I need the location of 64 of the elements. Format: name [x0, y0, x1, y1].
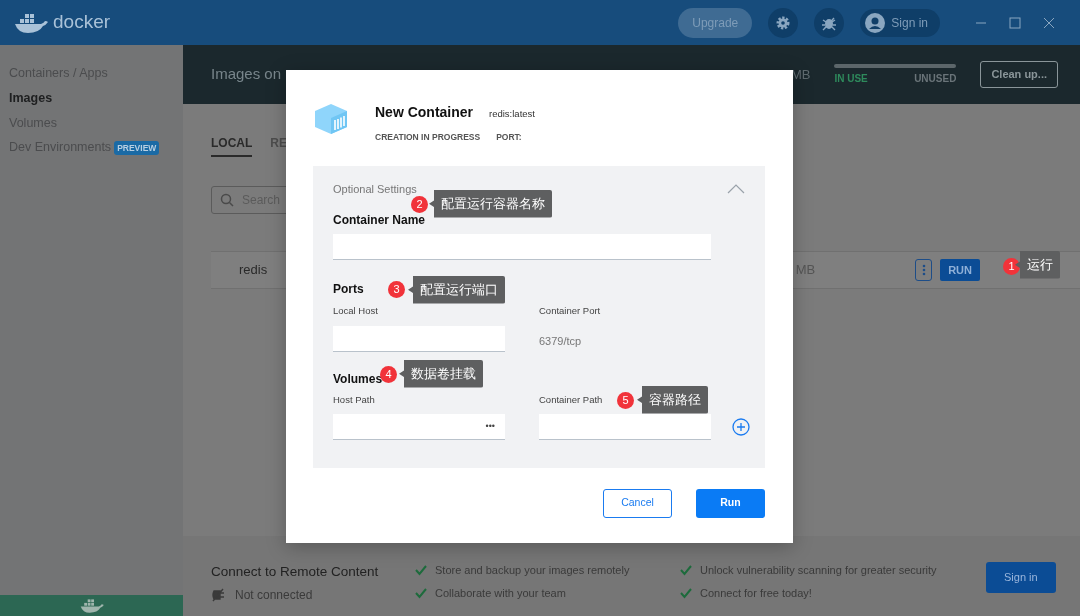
field-label: Local Host: [333, 304, 378, 319]
port-label: PORT:: [496, 131, 522, 144]
unplugged-icon: [211, 588, 227, 603]
check-icon: [415, 564, 427, 577]
add-icon[interactable]: [732, 417, 750, 436]
upgrade-button[interactable]: Upgrade: [678, 7, 753, 38]
settings-button[interactable]: [768, 7, 799, 38]
field-label: Container Port: [539, 304, 601, 319]
annotation-callout: 数据卷挂载: [399, 360, 483, 388]
preview-badge: PREVIEW: [114, 141, 160, 156]
image-name: redis: [239, 261, 268, 280]
creation-status: CREATION IN PROGRESS: [375, 131, 481, 144]
more-button[interactable]: [915, 259, 933, 281]
annotation-callout: 配置运行端口: [408, 276, 505, 304]
settings-icon: [775, 14, 792, 31]
cancel-button[interactable]: Cancel: [603, 488, 672, 518]
annotation-callout: 配置运行容器名称: [429, 190, 552, 218]
minimize-icon: [975, 22, 987, 25]
field-label: Volumes: [333, 370, 383, 388]
connection-status: Not connected: [235, 587, 313, 605]
avatar-icon: [865, 12, 886, 33]
tab[interactable]: LOCAL: [211, 134, 253, 157]
host-path-field[interactable]: •••: [333, 413, 505, 440]
feature-text: Store and backup your images remotely: [435, 563, 630, 578]
feature-text: Collaborate with your team: [435, 585, 566, 601]
run-button[interactable]: RUN: [940, 258, 980, 282]
section-label: Optional Settings: [333, 181, 417, 197]
sign-in-button[interactable]: Sign in: [860, 8, 940, 37]
docker-whale-icon: [79, 598, 104, 613]
search-icon: [220, 193, 234, 207]
run-button[interactable]: Run: [696, 488, 765, 518]
chevron-up-icon[interactable]: [727, 184, 745, 194]
app-logo-text: docker: [53, 10, 111, 35]
container-icon: [313, 102, 349, 136]
container-name-field[interactable]: [333, 234, 711, 261]
sidebar-item[interactable]: Images: [0, 85, 183, 111]
check-icon: [680, 564, 692, 577]
feature-text: Unlock vulnerability scanning for greater security: [700, 563, 937, 578]
dialog-title: New Container: [375, 103, 473, 122]
port-value: 6379/tcp: [539, 333, 583, 349]
bug-report-button[interactable]: [814, 7, 845, 38]
page-title: Images on: [211, 64, 282, 85]
browse-button[interactable]: •••: [475, 419, 505, 433]
feature-text: Connect for free today!: [700, 585, 812, 601]
in-use-label: IN USE: [834, 71, 868, 86]
annotation-callout: 容器路径: [637, 386, 708, 414]
kebab-icon: [921, 264, 926, 276]
annotation-callout: 运行: [1015, 251, 1060, 279]
local-host-field[interactable]: [333, 325, 505, 352]
image-tag: redis:latest: [489, 107, 535, 122]
field-label: Container Name: [333, 212, 427, 230]
sign-in-button[interactable]: Sign in: [986, 562, 1056, 593]
field-label: Host Path: [333, 392, 375, 407]
field-label: Ports: [333, 281, 364, 299]
close-icon: [1043, 17, 1055, 30]
check-icon: [680, 586, 692, 599]
check-icon: [415, 586, 427, 599]
unused-label: UNUSED: [914, 71, 957, 86]
docker-whale-icon: [14, 11, 49, 34]
remote-title: Connect to Remote Content: [211, 563, 380, 581]
maximize-icon: [1009, 17, 1021, 30]
container-path-field[interactable]: [539, 413, 711, 440]
field-label: Container Path: [539, 392, 603, 407]
clean-up-button[interactable]: Clean up...: [980, 61, 1058, 88]
